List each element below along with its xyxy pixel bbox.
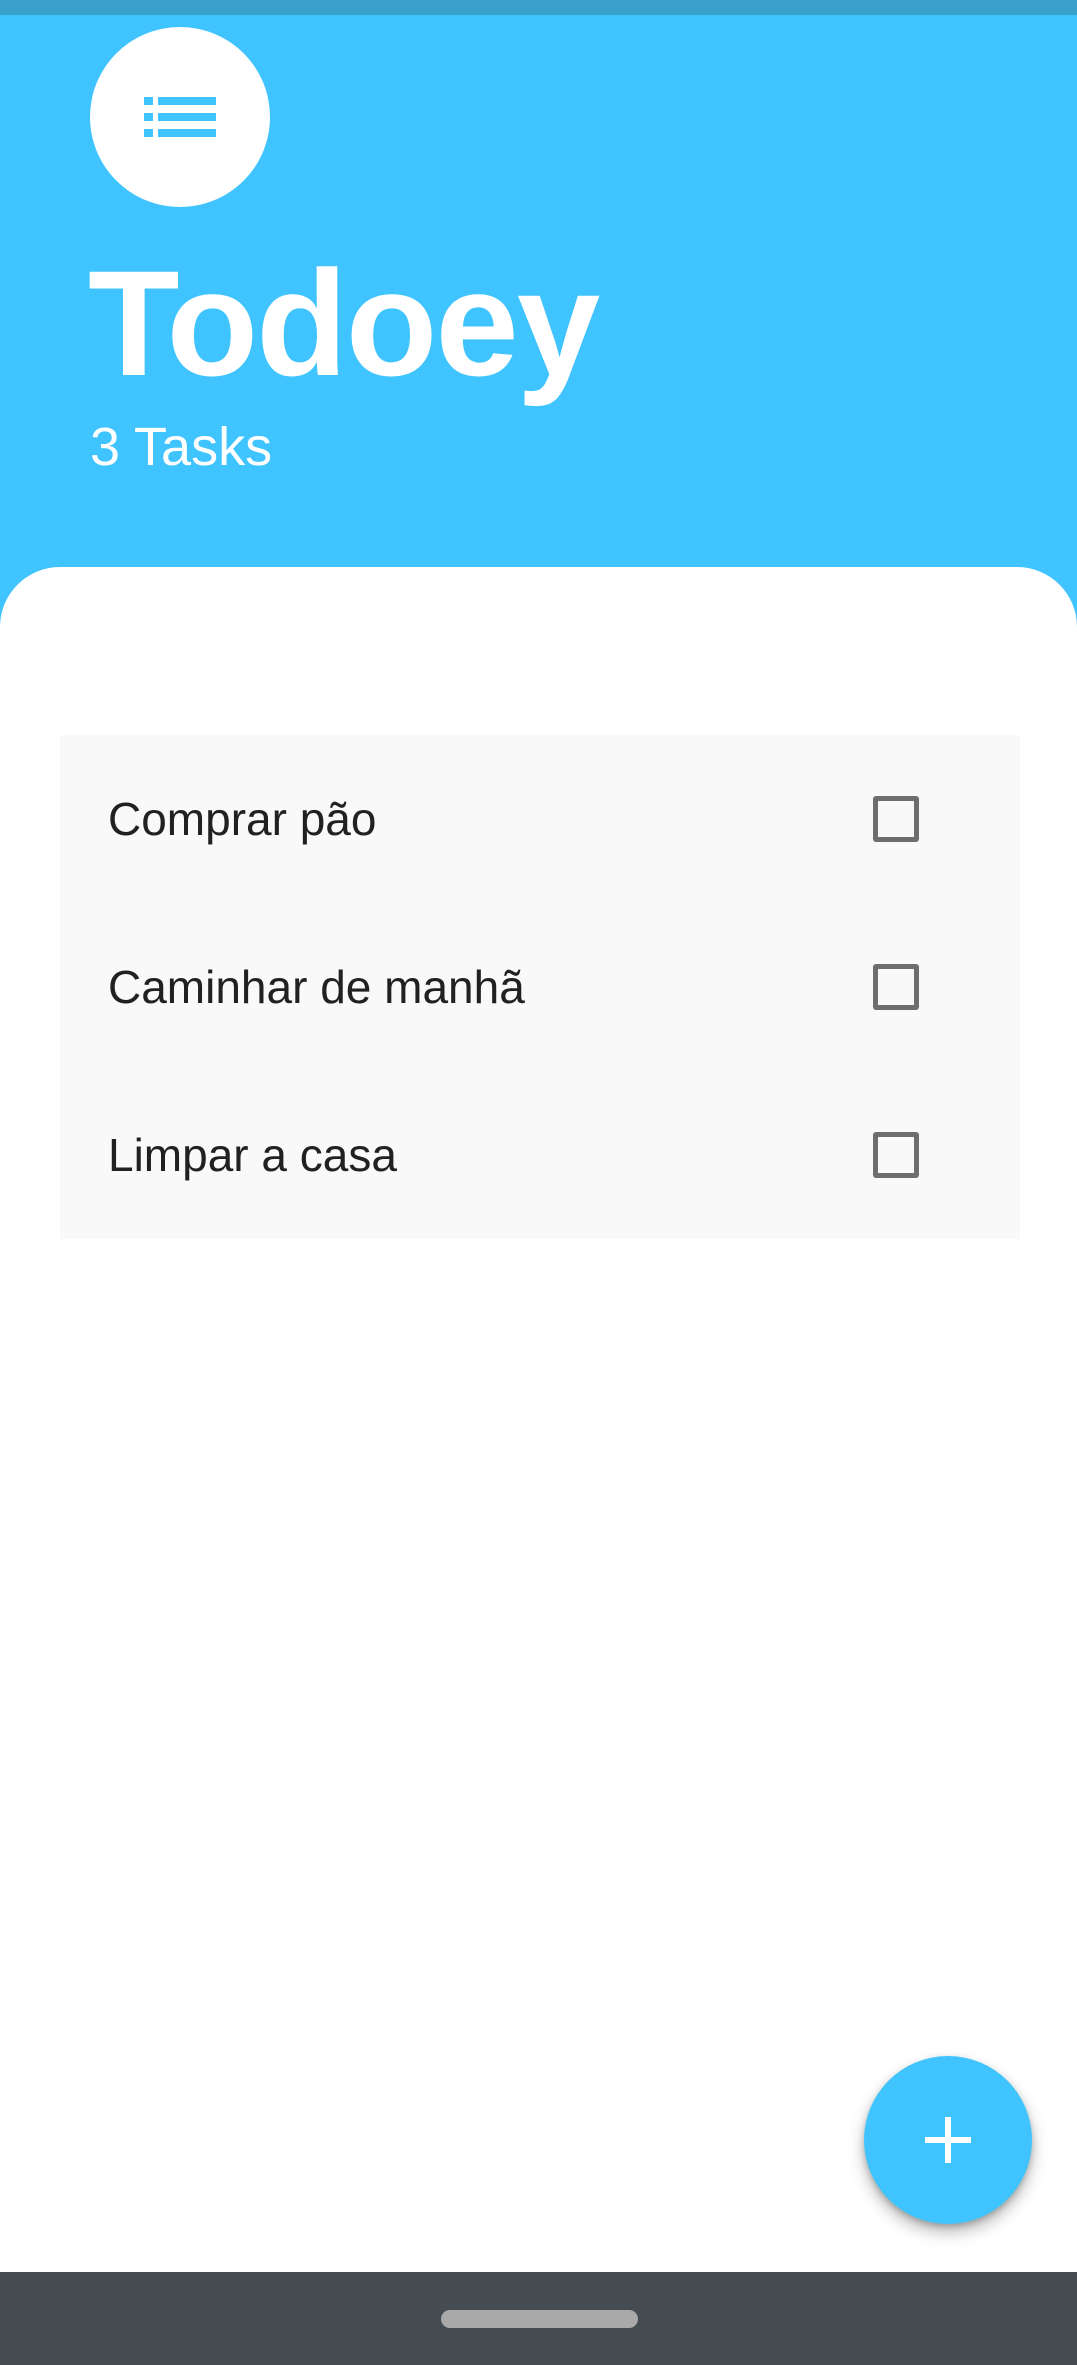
task-item[interactable]: Limpar a casa: [60, 1071, 1020, 1239]
task-checkbox[interactable]: [873, 1132, 919, 1178]
app-screen: Todoey 3 Tasks Comprar pão Caminhar de m…: [0, 0, 1077, 2365]
add-task-button[interactable]: [864, 2056, 1032, 2224]
list-icon: [144, 97, 216, 137]
task-sheet: Comprar pão Caminhar de manhã Limpar a c…: [0, 567, 1077, 2272]
status-bar: [0, 0, 1077, 15]
task-label: Comprar pão: [108, 793, 377, 845]
navigation-bar: [0, 2272, 1077, 2365]
task-checkbox[interactable]: [873, 796, 919, 842]
task-label: Caminhar de manhã: [108, 961, 525, 1013]
task-label: Limpar a casa: [108, 1129, 397, 1181]
task-list: Comprar pão Caminhar de manhã Limpar a c…: [60, 735, 1020, 1239]
task-checkbox[interactable]: [873, 964, 919, 1010]
task-item[interactable]: Caminhar de manhã: [60, 903, 1020, 1071]
task-count: 3 Tasks: [90, 417, 273, 477]
home-handle[interactable]: [441, 2310, 638, 2328]
list-avatar: [90, 27, 270, 207]
plus-icon: [925, 2117, 971, 2163]
task-item[interactable]: Comprar pão: [60, 735, 1020, 903]
app-title: Todoey: [88, 239, 600, 407]
